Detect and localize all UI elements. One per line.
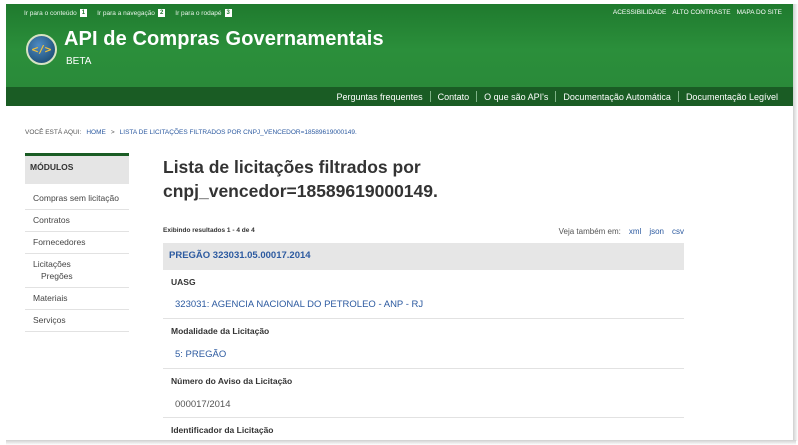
modules-sidebar: MÓDULOS Compras sem licitação Contratos … xyxy=(25,153,129,332)
skip-to-navigation-link[interactable]: Ir para a navegação 2 xyxy=(97,9,166,17)
skip-to-content-link[interactable]: Ir para o conteúdo 1 xyxy=(24,9,88,17)
field-label-numero-aviso: Número do Aviso da Licitação xyxy=(171,376,293,386)
page-title: Lista de licitações filtrados por cnpj_v… xyxy=(163,155,563,203)
breadcrumb-current[interactable]: LISTA DE LICITAÇÕES FILTRADOS POR CNPJ_V… xyxy=(120,129,357,136)
site-header: Ir para o conteúdo 1 Ir para a navegação… xyxy=(6,4,793,87)
page-frame: Ir para o conteúdo 1 Ir para a navegação… xyxy=(0,0,798,445)
page-title-line: cnpj_vencedor=18589619000149. xyxy=(163,181,438,201)
field-divider xyxy=(163,318,684,319)
shortcut-badge: 3 xyxy=(224,9,232,17)
skip-link-label: Ir para o conteúdo xyxy=(24,9,77,17)
results-count: Exibindo resultados 1 - 4 de 4 xyxy=(163,227,255,234)
frame-shadow xyxy=(793,4,798,441)
field-label-modalidade: Modalidade da Licitação xyxy=(171,326,270,336)
site-title[interactable]: API de Compras Governamentais xyxy=(64,28,384,51)
field-value-uasg-link[interactable]: 323031: AGENCIA NACIONAL DO PETROLEO - A… xyxy=(175,299,423,310)
shortcut-badge: 2 xyxy=(157,9,166,17)
format-json-link[interactable]: json xyxy=(649,227,664,236)
see-also-label: Veja também em: xyxy=(558,227,621,236)
site-subtitle: BETA xyxy=(66,56,92,67)
skip-to-footer-link[interactable]: Ir para o rodapé 3 xyxy=(175,9,232,17)
accessibility-links: ACESSIBILIDADE ALTO CONTRASTE MAPA DO SI… xyxy=(613,9,782,16)
breadcrumb-prefix: VOCÊ ESTÁ AQUI: xyxy=(25,129,82,136)
field-label-identificador: Identificador da Licitação xyxy=(171,425,274,435)
field-label-uasg: UASG xyxy=(171,277,196,287)
code-logo-icon[interactable]: </> xyxy=(26,34,57,65)
field-divider xyxy=(163,368,684,369)
breadcrumb: VOCÊ ESTÁ AQUI: HOME > LISTA DE LICITAÇÕ… xyxy=(25,129,357,136)
nav-item-contact[interactable]: Contato xyxy=(431,92,477,102)
sidebar-heading: MÓDULOS xyxy=(25,153,129,184)
nav-item-auto-docs[interactable]: Documentação Automática xyxy=(556,92,678,102)
field-value-numero-aviso: 000017/2014 xyxy=(175,399,231,410)
accessibility-link[interactable]: ACESSIBILIDADE xyxy=(613,9,666,16)
sidebar-item-compras-sem-licitacao[interactable]: Compras sem licitação xyxy=(25,188,129,210)
sidebar-item-fornecedores[interactable]: Fornecedores xyxy=(25,232,129,254)
nav-item-what-are-apis[interactable]: O que são API's xyxy=(477,92,555,102)
main-navigation: Perguntas frequentes Contato O que são A… xyxy=(6,87,793,106)
record-heading-link[interactable]: PREGÃO 323031.05.00017.2014 xyxy=(163,243,684,270)
shortcut-badge: 1 xyxy=(79,9,88,17)
sidebar-item-servicos[interactable]: Serviços xyxy=(25,310,129,332)
site-map-link[interactable]: MAPA DO SITE xyxy=(737,9,782,16)
high-contrast-link[interactable]: ALTO CONTRASTE xyxy=(672,9,730,16)
page-title-line: Lista de licitações filtrados por xyxy=(163,157,421,177)
breadcrumb-separator: > xyxy=(110,129,115,136)
skip-links: Ir para o conteúdo 1 Ir para a navegação… xyxy=(24,9,232,17)
skip-link-label: Ir para a navegação xyxy=(97,9,155,17)
format-csv-link[interactable]: csv xyxy=(672,227,684,236)
skip-link-label: Ir para o rodapé xyxy=(175,9,222,17)
nav-item-faq[interactable]: Perguntas frequentes xyxy=(330,92,430,102)
sidebar-subitem-pregoes[interactable]: Pregões xyxy=(25,271,129,288)
frame-shadow xyxy=(6,440,796,445)
nav-item-readable-docs[interactable]: Documentação Legível xyxy=(679,92,785,102)
sidebar-item-contratos[interactable]: Contratos xyxy=(25,210,129,232)
field-divider xyxy=(163,417,684,418)
see-also-formats: Veja também em: xml json csv xyxy=(559,227,684,236)
breadcrumb-home-link[interactable]: HOME xyxy=(86,129,106,136)
sidebar-item-materiais[interactable]: Materiais xyxy=(25,288,129,310)
format-xml-link[interactable]: xml xyxy=(629,227,641,236)
field-value-modalidade-link[interactable]: 5: PREGÃO xyxy=(175,349,226,360)
